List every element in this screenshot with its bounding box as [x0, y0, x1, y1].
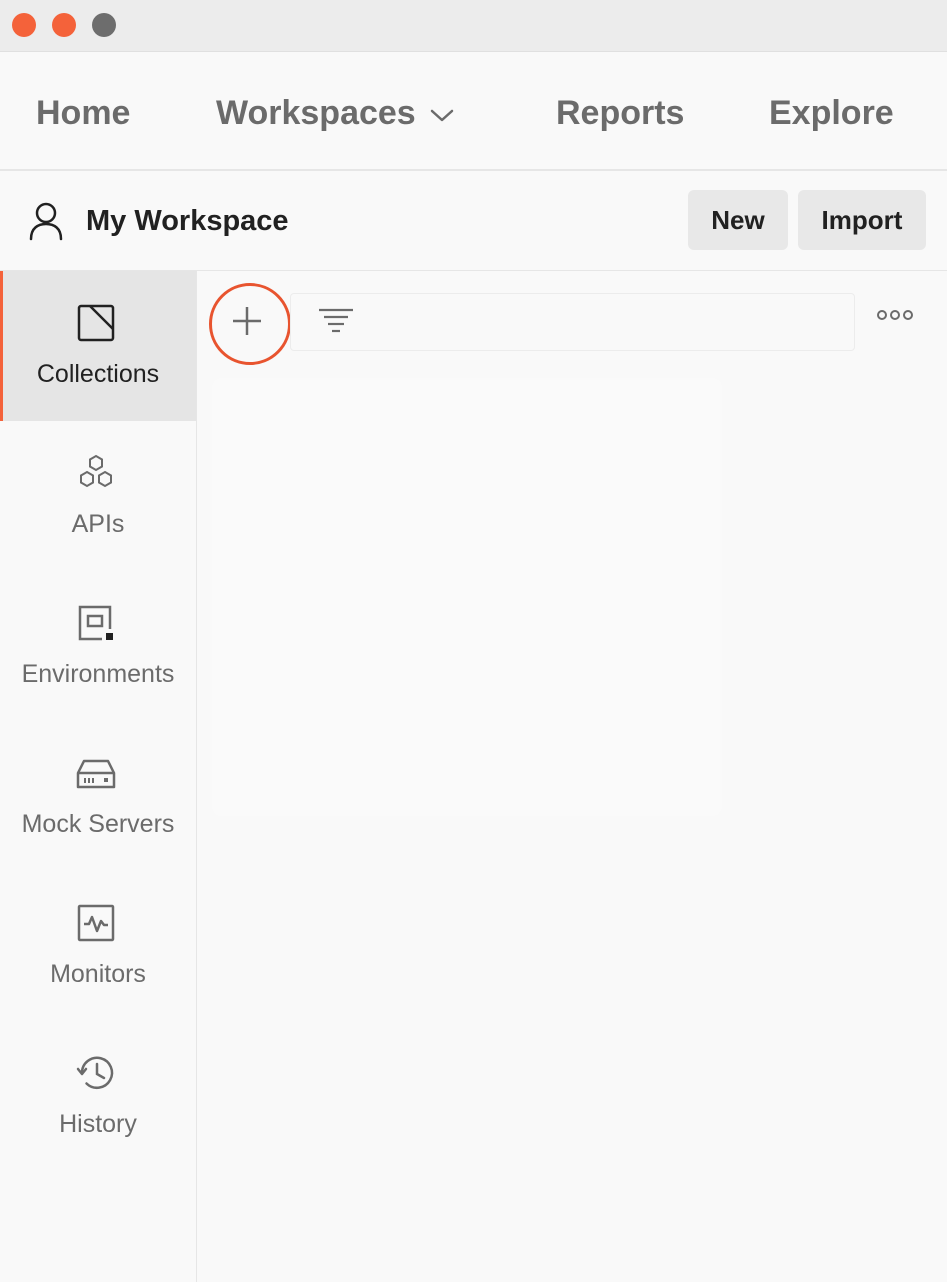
nav-explore[interactable]: Explore [769, 93, 894, 133]
collection-filter-input[interactable] [290, 293, 855, 351]
sidebar-item-environments[interactable]: Environments [0, 571, 196, 721]
more-options-icon[interactable] [876, 308, 914, 326]
nav-workspaces[interactable]: Workspaces [216, 93, 454, 133]
nav-explore-label: Explore [769, 94, 894, 132]
mock-servers-icon [76, 753, 116, 793]
workspace-title: My Workspace [86, 205, 289, 237]
sidebar-item-history[interactable]: History [0, 1021, 196, 1171]
collections-toolbar [198, 272, 947, 372]
import-button[interactable]: Import [798, 190, 926, 250]
close-window-dot[interactable] [12, 13, 36, 37]
history-icon [76, 1053, 116, 1093]
sidebar-item-label: History [59, 1110, 137, 1138]
sidebar-item-monitors[interactable]: Monitors [0, 871, 196, 1021]
nav-home-label: Home [36, 94, 131, 132]
sidebar-item-label: Collections [36, 360, 160, 388]
filter-icon[interactable] [317, 304, 355, 343]
nav-reports-label: Reports [556, 94, 685, 132]
nav-home[interactable]: Home [36, 93, 130, 133]
user-icon [28, 201, 64, 246]
sidebar-item-collections[interactable]: Collections [0, 271, 196, 421]
workspace-header: My Workspace New Import [0, 171, 947, 271]
minimize-window-dot[interactable] [52, 13, 76, 37]
sidebar-item-label: APIs [71, 510, 125, 538]
sidebar: Collections APIs Environments Mock Serve… [0, 271, 197, 1282]
maximize-window-dot[interactable] [92, 13, 116, 37]
chevron-down-icon [430, 92, 454, 132]
apis-icon [76, 453, 116, 493]
plus-icon [233, 307, 261, 335]
environments-icon [76, 603, 116, 643]
sidebar-item-label: Mock Servers [21, 810, 175, 838]
nav-reports[interactable]: Reports [556, 93, 684, 133]
new-button[interactable]: New [688, 190, 788, 250]
collections-icon [76, 303, 116, 343]
nav-workspaces-label: Workspaces [216, 94, 416, 132]
monitors-icon [76, 903, 116, 943]
sidebar-item-label: Environments [21, 660, 175, 688]
sidebar-item-mock-servers[interactable]: Mock Servers [0, 721, 196, 871]
collections-empty-panel [212, 378, 722, 816]
new-collection-button[interactable] [204, 278, 291, 365]
top-nav: Home Workspaces Reports Explore [0, 53, 947, 171]
sidebar-item-label: Monitors [50, 960, 146, 988]
sidebar-item-apis[interactable]: APIs [0, 421, 196, 571]
window-titlebar [0, 0, 947, 52]
